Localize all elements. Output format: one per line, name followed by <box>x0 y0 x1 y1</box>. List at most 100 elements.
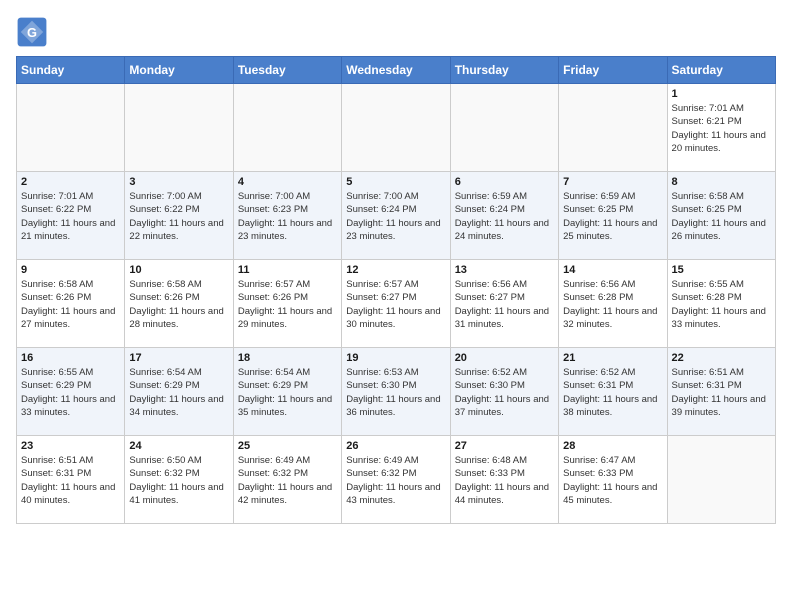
day-number: 11 <box>238 264 337 276</box>
day-number: 25 <box>238 440 337 452</box>
day-info: Sunrise: 6:59 AM Sunset: 6:24 PM Dayligh… <box>455 190 554 243</box>
calendar-cell: 21 Sunrise: 6:52 AM Sunset: 6:31 PM Dayli… <box>559 348 667 436</box>
calendar-cell <box>17 84 125 172</box>
day-number: 20 <box>455 352 554 364</box>
calendar-cell: 6 Sunrise: 6:59 AM Sunset: 6:24 PM Daylig… <box>450 172 558 260</box>
day-info: Sunrise: 7:01 AM Sunset: 6:22 PM Dayligh… <box>21 190 120 243</box>
day-info: Sunrise: 6:58 AM Sunset: 6:26 PM Dayligh… <box>129 278 228 331</box>
calendar-cell <box>667 436 775 524</box>
calendar-cell: 14 Sunrise: 6:56 AM Sunset: 6:28 PM Dayli… <box>559 260 667 348</box>
day-number: 22 <box>672 352 771 364</box>
day-number: 4 <box>238 176 337 188</box>
calendar-cell: 10 Sunrise: 6:58 AM Sunset: 6:26 PM Dayli… <box>125 260 233 348</box>
calendar-table: SundayMondayTuesdayWednesdayThursdayFrid… <box>16 56 776 524</box>
day-number: 21 <box>563 352 662 364</box>
day-info: Sunrise: 7:00 AM Sunset: 6:24 PM Dayligh… <box>346 190 445 243</box>
day-number: 15 <box>672 264 771 276</box>
day-number: 10 <box>129 264 228 276</box>
day-info: Sunrise: 6:55 AM Sunset: 6:29 PM Dayligh… <box>21 366 120 419</box>
calendar-cell: 12 Sunrise: 6:57 AM Sunset: 6:27 PM Dayli… <box>342 260 450 348</box>
calendar-cell: 7 Sunrise: 6:59 AM Sunset: 6:25 PM Daylig… <box>559 172 667 260</box>
day-number: 17 <box>129 352 228 364</box>
day-info: Sunrise: 7:01 AM Sunset: 6:21 PM Dayligh… <box>672 102 771 155</box>
calendar-cell <box>342 84 450 172</box>
day-info: Sunrise: 6:47 AM Sunset: 6:33 PM Dayligh… <box>563 454 662 507</box>
day-number: 6 <box>455 176 554 188</box>
calendar-cell: 18 Sunrise: 6:54 AM Sunset: 6:29 PM Dayli… <box>233 348 341 436</box>
column-header-saturday: Saturday <box>667 57 775 84</box>
day-info: Sunrise: 6:56 AM Sunset: 6:27 PM Dayligh… <box>455 278 554 331</box>
day-info: Sunrise: 6:51 AM Sunset: 6:31 PM Dayligh… <box>672 366 771 419</box>
day-number: 9 <box>21 264 120 276</box>
day-number: 8 <box>672 176 771 188</box>
calendar-cell: 20 Sunrise: 6:52 AM Sunset: 6:30 PM Dayli… <box>450 348 558 436</box>
day-info: Sunrise: 6:58 AM Sunset: 6:26 PM Dayligh… <box>21 278 120 331</box>
day-number: 1 <box>672 88 771 100</box>
day-info: Sunrise: 6:58 AM Sunset: 6:25 PM Dayligh… <box>672 190 771 243</box>
calendar-cell: 13 Sunrise: 6:56 AM Sunset: 6:27 PM Dayli… <box>450 260 558 348</box>
calendar-cell: 22 Sunrise: 6:51 AM Sunset: 6:31 PM Dayli… <box>667 348 775 436</box>
calendar-week-2: 2 Sunrise: 7:01 AM Sunset: 6:22 PM Daylig… <box>17 172 776 260</box>
calendar-cell: 9 Sunrise: 6:58 AM Sunset: 6:26 PM Daylig… <box>17 260 125 348</box>
day-number: 19 <box>346 352 445 364</box>
day-info: Sunrise: 6:51 AM Sunset: 6:31 PM Dayligh… <box>21 454 120 507</box>
day-number: 12 <box>346 264 445 276</box>
day-info: Sunrise: 6:57 AM Sunset: 6:27 PM Dayligh… <box>346 278 445 331</box>
day-info: Sunrise: 6:54 AM Sunset: 6:29 PM Dayligh… <box>129 366 228 419</box>
column-header-sunday: Sunday <box>17 57 125 84</box>
calendar-cell: 1 Sunrise: 7:01 AM Sunset: 6:21 PM Daylig… <box>667 84 775 172</box>
column-header-thursday: Thursday <box>450 57 558 84</box>
day-number: 7 <box>563 176 662 188</box>
day-number: 13 <box>455 264 554 276</box>
day-number: 23 <box>21 440 120 452</box>
calendar-cell <box>559 84 667 172</box>
calendar-cell: 17 Sunrise: 6:54 AM Sunset: 6:29 PM Dayli… <box>125 348 233 436</box>
day-info: Sunrise: 6:49 AM Sunset: 6:32 PM Dayligh… <box>346 454 445 507</box>
logo: G <box>16 16 52 48</box>
calendar-cell: 25Sunrise: 6:49 AM Sunset: 6:32 PM Dayli… <box>233 436 341 524</box>
calendar-cell: 28 Sunrise: 6:47 AM Sunset: 6:33 PM Dayli… <box>559 436 667 524</box>
calendar-cell: 3 Sunrise: 7:00 AM Sunset: 6:22 PM Daylig… <box>125 172 233 260</box>
day-info: Sunrise: 6:50 AM Sunset: 6:32 PM Dayligh… <box>129 454 228 507</box>
column-header-wednesday: Wednesday <box>342 57 450 84</box>
column-header-friday: Friday <box>559 57 667 84</box>
page-header: G <box>16 16 776 48</box>
calendar-cell: 11 Sunrise: 6:57 AM Sunset: 6:26 PM Dayli… <box>233 260 341 348</box>
calendar-cell: 19 Sunrise: 6:53 AM Sunset: 6:30 PM Dayli… <box>342 348 450 436</box>
day-number: 14 <box>563 264 662 276</box>
day-number: 18 <box>238 352 337 364</box>
calendar-cell: 8 Sunrise: 6:58 AM Sunset: 6:25 PM Daylig… <box>667 172 775 260</box>
day-info: Sunrise: 6:52 AM Sunset: 6:30 PM Dayligh… <box>455 366 554 419</box>
calendar-cell: 4 Sunrise: 7:00 AM Sunset: 6:23 PM Daylig… <box>233 172 341 260</box>
calendar-cell: 16 Sunrise: 6:55 AM Sunset: 6:29 PM Dayli… <box>17 348 125 436</box>
day-number: 26 <box>346 440 445 452</box>
day-number: 28 <box>563 440 662 452</box>
day-number: 16 <box>21 352 120 364</box>
day-info: Sunrise: 7:00 AM Sunset: 6:23 PM Dayligh… <box>238 190 337 243</box>
svg-text:G: G <box>27 25 37 40</box>
day-info: Sunrise: 6:52 AM Sunset: 6:31 PM Dayligh… <box>563 366 662 419</box>
day-number: 2 <box>21 176 120 188</box>
day-info: Sunrise: 6:56 AM Sunset: 6:28 PM Dayligh… <box>563 278 662 331</box>
calendar-cell <box>450 84 558 172</box>
column-header-tuesday: Tuesday <box>233 57 341 84</box>
day-info: Sunrise: 6:57 AM Sunset: 6:26 PM Dayligh… <box>238 278 337 331</box>
day-info: Sunrise: 6:59 AM Sunset: 6:25 PM Dayligh… <box>563 190 662 243</box>
calendar-cell: 2 Sunrise: 7:01 AM Sunset: 6:22 PM Daylig… <box>17 172 125 260</box>
calendar-cell: 5 Sunrise: 7:00 AM Sunset: 6:24 PM Daylig… <box>342 172 450 260</box>
calendar-week-5: 23 Sunrise: 6:51 AM Sunset: 6:31 PM Dayli… <box>17 436 776 524</box>
day-number: 27 <box>455 440 554 452</box>
calendar-cell: 27 Sunrise: 6:48 AM Sunset: 6:33 PM Dayli… <box>450 436 558 524</box>
logo-icon: G <box>16 16 48 48</box>
column-header-monday: Monday <box>125 57 233 84</box>
day-info: Sunrise: 7:00 AM Sunset: 6:22 PM Dayligh… <box>129 190 228 243</box>
calendar-week-3: 9 Sunrise: 6:58 AM Sunset: 6:26 PM Daylig… <box>17 260 776 348</box>
calendar-cell: 15Sunrise: 6:55 AM Sunset: 6:28 PM Dayli… <box>667 260 775 348</box>
day-info: Sunrise: 6:54 AM Sunset: 6:29 PM Dayligh… <box>238 366 337 419</box>
calendar-cell <box>233 84 341 172</box>
calendar-cell: 23 Sunrise: 6:51 AM Sunset: 6:31 PM Dayli… <box>17 436 125 524</box>
day-number: 5 <box>346 176 445 188</box>
day-number: 3 <box>129 176 228 188</box>
day-info: Sunrise: 6:48 AM Sunset: 6:33 PM Dayligh… <box>455 454 554 507</box>
day-info: Sunrise: 6:53 AM Sunset: 6:30 PM Dayligh… <box>346 366 445 419</box>
